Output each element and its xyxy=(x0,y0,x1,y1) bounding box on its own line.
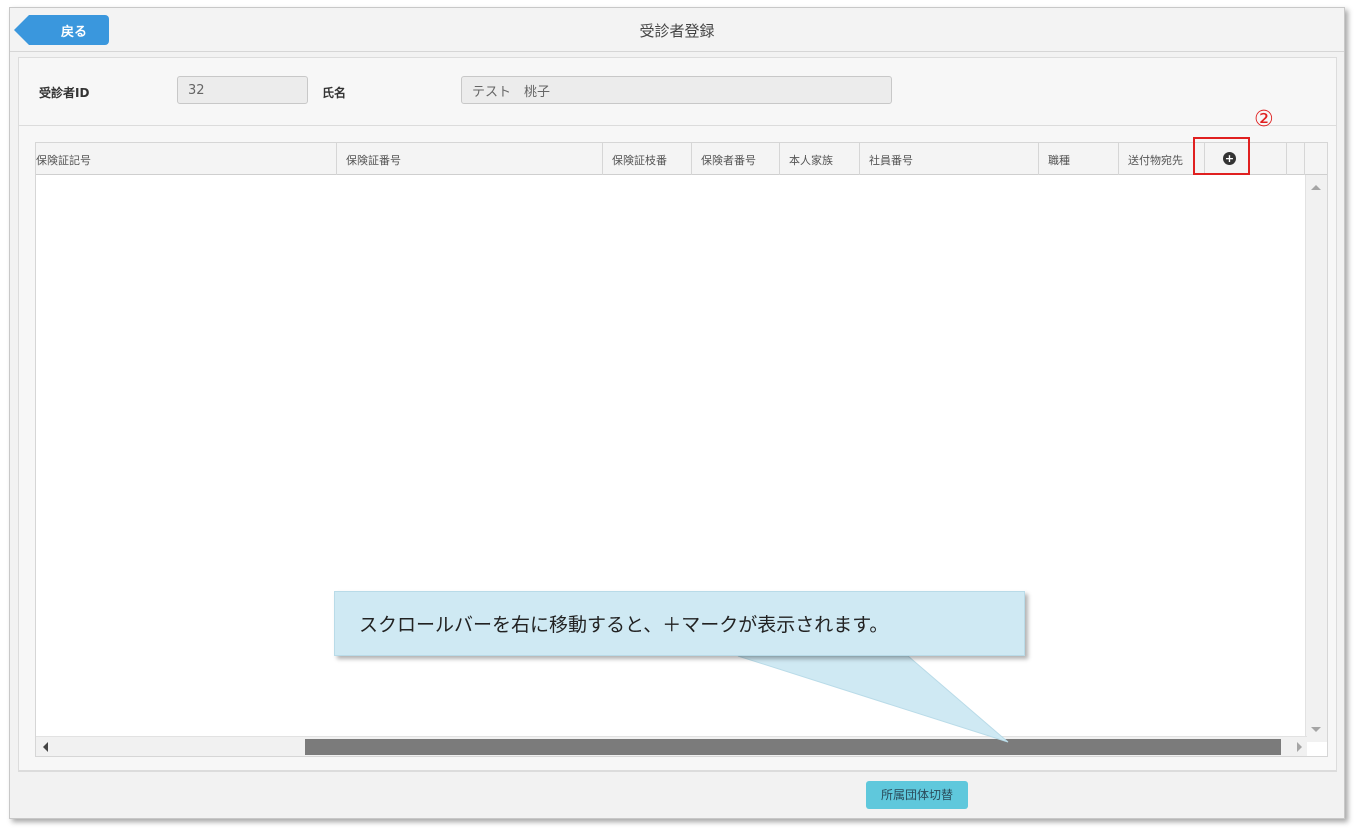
patient-info-row: 受診者ID 氏名 xyxy=(19,58,1336,126)
annotation-highlight-box xyxy=(1193,137,1250,175)
column-header-insurer-number[interactable]: 保険者番号 xyxy=(692,143,780,175)
horizontal-scrollbar[interactable] xyxy=(36,736,1307,756)
app-window: 戻る 受診者登録 受診者ID 氏名 保険証記号 保険証番号 保険証枝番 保険者番… xyxy=(9,7,1345,819)
column-header-occupation[interactable]: 職種 xyxy=(1039,143,1119,175)
column-header-spacer xyxy=(1287,143,1305,175)
vertical-scrollbar[interactable] xyxy=(1305,175,1327,742)
title-bar: 戻る 受診者登録 xyxy=(10,8,1344,52)
callout-text: スクロールバーを右に移動すると、＋マークが表示されます。 xyxy=(359,614,889,636)
scroll-right-icon[interactable] xyxy=(1297,742,1302,752)
patient-id-field[interactable] xyxy=(177,76,308,104)
column-header-self-family[interactable]: 本人家族 xyxy=(780,143,860,175)
footer-bar: 所属団体切替 xyxy=(18,771,1337,816)
column-header-insurance-symbol[interactable]: 保険証記号 xyxy=(36,143,337,175)
scroll-left-icon[interactable] xyxy=(43,742,48,752)
column-header-insurance-number[interactable]: 保険証番号 xyxy=(337,143,603,175)
annotation-step-marker: ② xyxy=(1254,107,1274,132)
insurance-grid: 保険証記号 保険証番号 保険証枝番 保険者番号 本人家族 社員番号 職種 送付物… xyxy=(35,142,1328,757)
switch-organization-button[interactable]: 所属団体切替 xyxy=(866,781,968,809)
name-field[interactable] xyxy=(461,76,892,104)
instruction-callout: スクロールバーを右に移動すると、＋マークが表示されます。 xyxy=(334,591,1025,656)
scroll-up-icon[interactable] xyxy=(1311,185,1321,190)
scroll-down-icon[interactable] xyxy=(1311,727,1321,732)
patient-id-label: 受診者ID xyxy=(39,86,90,100)
form-panel: 受診者ID 氏名 保険証記号 保険証番号 保険証枝番 保険者番号 本人家族 社員… xyxy=(18,57,1337,771)
horizontal-scroll-thumb[interactable] xyxy=(305,739,1281,755)
page-title: 受診者登録 xyxy=(639,22,715,40)
grid-header: 保険証記号 保険証番号 保険証枝番 保険者番号 本人家族 社員番号 職種 送付物… xyxy=(36,143,1327,175)
column-header-employee-number[interactable]: 社員番号 xyxy=(860,143,1039,175)
name-label: 氏名 xyxy=(322,86,347,100)
column-header-insurance-branch[interactable]: 保険証枝番 xyxy=(603,143,692,175)
